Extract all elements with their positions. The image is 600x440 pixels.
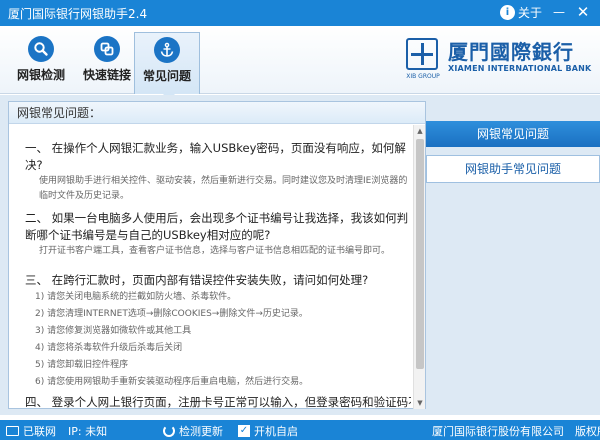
faq-question: 四、 登录个人网上银行页面，注册卡号正常可以输入，但登录密码和验证码不可 [25, 395, 411, 408]
toolbar-label: 快速链接 [82, 68, 131, 82]
anchor-icon [154, 37, 180, 63]
content-area: 网银常见问题： 一、 在操作个人网银汇款业务，输入USBkey密码，页面没有响应… [0, 95, 600, 415]
faq-step: 5) 请您卸载旧控件程序 [35, 360, 129, 370]
checkbox-checked-icon: ✓ [238, 425, 250, 437]
copyright-text: 厦门国际银行股份有限公司 版权所有 [432, 423, 600, 439]
connection-label: 已联网 [23, 425, 56, 438]
logo-chinese-name: 厦門國際銀行 [448, 40, 574, 64]
toolbar-button-check[interactable]: 网银检测 [8, 32, 74, 90]
faq-panel: 网银常见问题： 一、 在操作个人网银汇款业务，输入USBkey密码，页面没有响应… [8, 101, 426, 409]
bank-emblem-icon [406, 38, 438, 70]
faq-step: 1) 请您关闭电脑系统的拦截如防火墙、杀毒软件。 [35, 292, 237, 302]
link-icon [94, 36, 120, 62]
toolbar-label: 网银检测 [16, 68, 65, 82]
nav-item-assistant-faq[interactable]: 网银助手常见问题 [426, 155, 600, 183]
info-icon: i [500, 5, 515, 20]
copyright-label: 厦门国际银行股份有限公司 版权所有 [432, 425, 600, 438]
refresh-icon [163, 425, 175, 437]
faq-scrollbar[interactable]: ▲ ▼ [413, 125, 425, 409]
title-bar: 厦门国际银行网银助手2.4 i 关于 — ✕ [0, 0, 600, 26]
faq-list: 一、 在操作个人网银汇款业务，输入USBkey密码，页面没有响应，如何解决? 使… [9, 126, 411, 408]
faq-question: 三、 在跨行汇款时，页面内部有错误控件安装失败，请问如何处理? [25, 273, 369, 287]
logo-group-text: XIB GROUP [406, 73, 440, 80]
faq-item: 四、 登录个人网上银行页面，注册卡号正常可以输入，但登录密码和验证码不可 [25, 394, 411, 408]
faq-question: 一、 在操作个人网银汇款业务，输入USBkey密码，页面没有响应，如何解决? [25, 141, 406, 172]
status-bar: 已联网 IP: 未知 检测更新 ✓ 开机自启 厦门国际银行股份有限公司 版权所有 [0, 420, 600, 440]
toolbar-label: 常见问题 [142, 69, 191, 83]
about-label: 关于 [518, 6, 543, 20]
panel-title: 网银常见问题： [9, 102, 425, 124]
toolbar-button-faq[interactable]: 常见问题 [134, 32, 200, 100]
ip-status: IP: 未知 [68, 423, 107, 439]
scroll-thumb[interactable] [416, 139, 424, 369]
faq-answer: 打开证书客户端工具，查看客户证书信息，选择与客户证书信息相匹配的证书编号即可。 [39, 246, 391, 256]
check-update-button[interactable]: 检测更新 [163, 423, 223, 439]
search-icon [28, 36, 54, 62]
connection-status: 已联网 [6, 423, 56, 439]
faq-item: 一、 在操作个人网银汇款业务，输入USBkey密码，页面没有响应，如何解决? 使… [25, 140, 411, 204]
faq-step: 6) 请您使用网银助手重新安装驱动程序后重启电脑，然后进行交易。 [35, 377, 309, 387]
nav-item-ebank-faq[interactable]: 网银常见问题 [426, 121, 600, 147]
ip-label: IP: 未知 [68, 425, 108, 438]
monitor-icon [6, 426, 19, 436]
autostart-checkbox[interactable]: ✓ 开机自启 [238, 423, 298, 439]
about-button[interactable]: i 关于 [500, 4, 542, 21]
faq-step: 3) 请您修复浏览器如微软件或其他工具 [35, 326, 192, 336]
faq-item: 二、 如果一台电脑多人使用后，会出现多个证书编号让我选择，我该如何判断哪个证书编… [25, 210, 411, 259]
bank-logo: XIB GROUP 厦門國際銀行 XIAMEN INTERNATIONAL BA… [404, 36, 594, 88]
window-title: 厦门国际银行网银助手2.4 [8, 7, 148, 21]
toolbar-button-links[interactable]: 快速链接 [74, 32, 140, 90]
scroll-down-icon[interactable]: ▼ [414, 397, 426, 409]
check-update-label: 检测更新 [179, 425, 223, 438]
logo-english-name: XIAMEN INTERNATIONAL BANK [448, 64, 592, 73]
faq-item: 三、 在跨行汇款时，页面内部有错误控件安装失败，请问如何处理? 1) 请您关闭电… [25, 272, 411, 391]
close-button[interactable]: ✕ [572, 2, 594, 22]
autostart-label: 开机自启 [254, 425, 298, 438]
toolbar: 网银检测 快速链接 常见问题 XIB GROUP 厦門國際銀行 XIAMEN I… [0, 26, 600, 100]
faq-step: 4) 请您将杀毒软件升级后杀毒后关闭 [35, 343, 183, 353]
faq-answer: 使用网银助手进行相关控件、驱动安装，然后重新进行交易。同时建议您及时清理IE浏览… [39, 176, 408, 201]
faq-question: 二、 如果一台电脑多人使用后，会出现多个证书编号让我选择，我该如何判断哪个证书编… [25, 211, 409, 242]
scroll-up-icon[interactable]: ▲ [414, 125, 426, 137]
minimize-button[interactable]: — [548, 2, 570, 22]
faq-step: 2) 请您清理INTERNET选项→删除COOKIES→删除文件→历史记录。 [35, 309, 308, 319]
